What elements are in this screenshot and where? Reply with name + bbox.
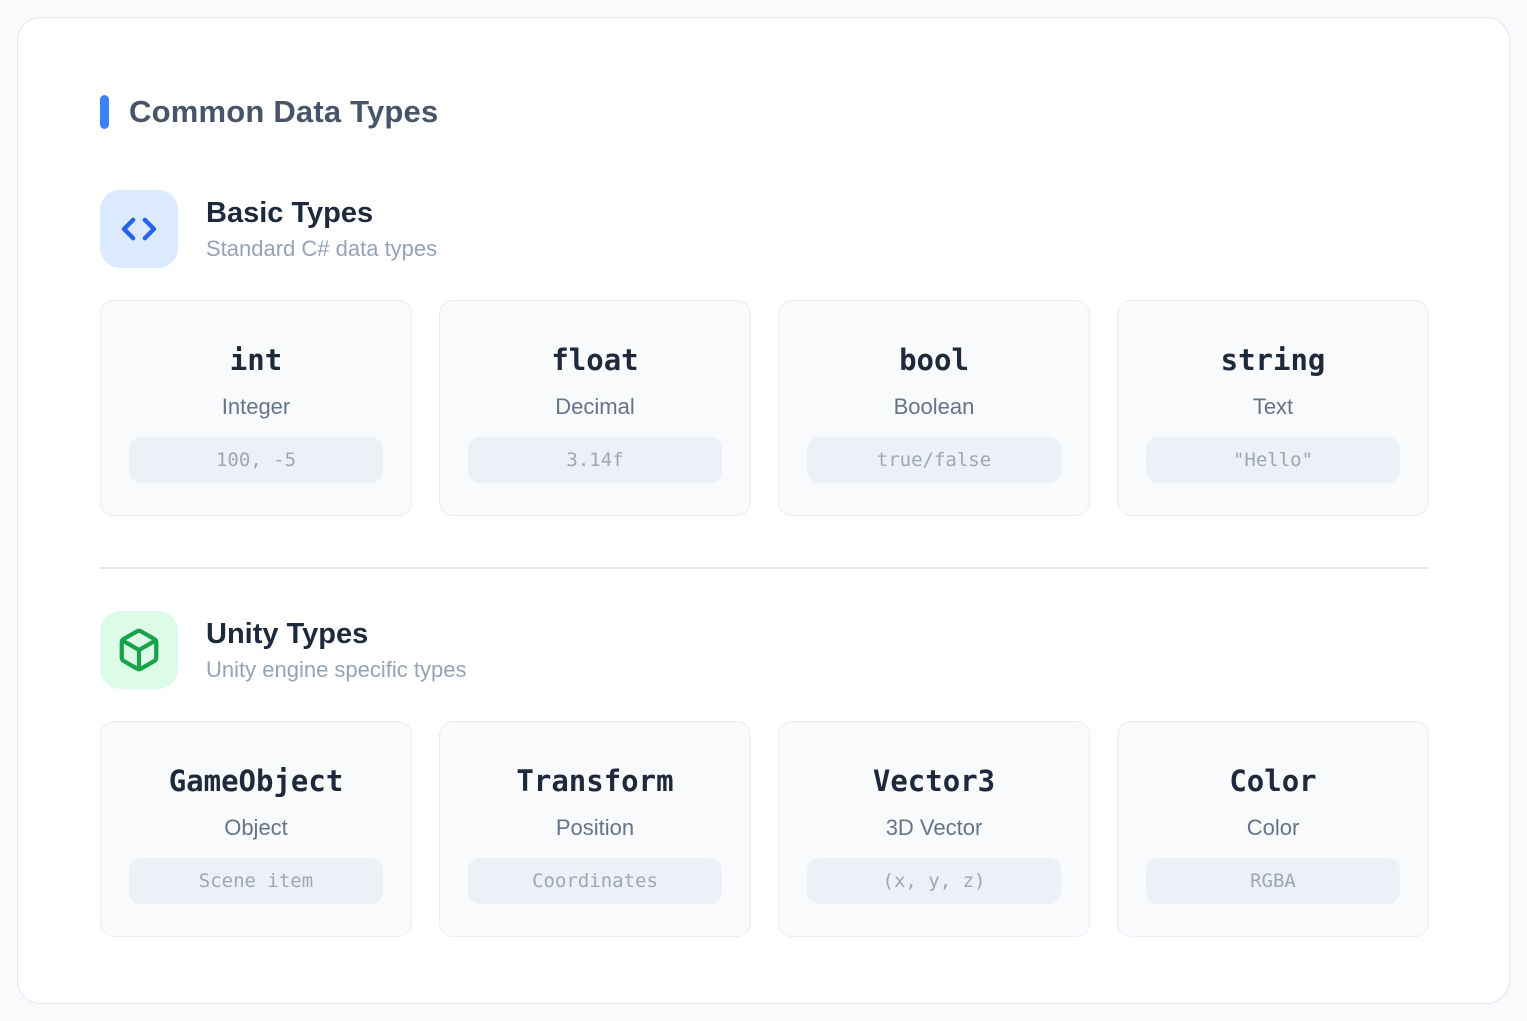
cube-icon: [100, 611, 178, 689]
type-card-string: string Text "Hello": [1117, 300, 1429, 516]
type-name: int: [230, 343, 282, 377]
basic-types-grid: int Integer 100, -5 float Decimal 3.14f …: [100, 300, 1429, 516]
section-header-unity-types: Unity Types Unity engine specific types: [100, 611, 1429, 689]
type-label: 3D Vector: [886, 815, 983, 841]
type-name: Vector3: [873, 764, 995, 798]
type-name: bool: [899, 343, 969, 377]
type-card-vector3: Vector3 3D Vector (x, y, z): [778, 721, 1090, 937]
section-divider: [100, 567, 1429, 569]
type-label: Decimal: [555, 394, 634, 420]
title-accent-bar: [100, 95, 109, 129]
page-header: Common Data Types: [100, 94, 1429, 130]
type-label: Boolean: [894, 394, 975, 420]
type-name: string: [1221, 343, 1326, 377]
type-label: Text: [1253, 394, 1293, 420]
type-card-gameobject: GameObject Object Scene item: [100, 721, 412, 937]
section-header-basic-types: Basic Types Standard C# data types: [100, 190, 1429, 268]
type-name: GameObject: [169, 764, 344, 798]
type-card-float: float Decimal 3.14f: [439, 300, 751, 516]
content-panel: Common Data Types Basic Types Standard C…: [17, 17, 1510, 1004]
unity-types-grid: GameObject Object Scene item Transform P…: [100, 721, 1429, 937]
type-name: Transform: [516, 764, 673, 798]
type-card-bool: bool Boolean true/false: [778, 300, 1090, 516]
type-example: "Hello": [1146, 437, 1400, 483]
type-example: true/false: [807, 437, 1061, 483]
type-example: RGBA: [1146, 858, 1400, 904]
type-label: Integer: [222, 394, 291, 420]
section-subtitle: Unity engine specific types: [206, 657, 466, 683]
type-example: (x, y, z): [807, 858, 1061, 904]
type-name: Color: [1229, 764, 1316, 798]
type-card-color: Color Color RGBA: [1117, 721, 1429, 937]
type-example: 100, -5: [129, 437, 383, 483]
page-title: Common Data Types: [129, 94, 438, 130]
type-card-transform: Transform Position Coordinates: [439, 721, 751, 937]
type-card-int: int Integer 100, -5: [100, 300, 412, 516]
code-brackets-icon: [100, 190, 178, 268]
type-name: float: [551, 343, 638, 377]
section-title: Basic Types: [206, 197, 437, 230]
type-label: Color: [1247, 815, 1300, 841]
type-label: Object: [224, 815, 288, 841]
type-example: 3.14f: [468, 437, 722, 483]
type-example: Scene item: [129, 858, 383, 904]
section-title: Unity Types: [206, 618, 466, 651]
type-example: Coordinates: [468, 858, 722, 904]
section-subtitle: Standard C# data types: [206, 236, 437, 262]
type-label: Position: [556, 815, 634, 841]
